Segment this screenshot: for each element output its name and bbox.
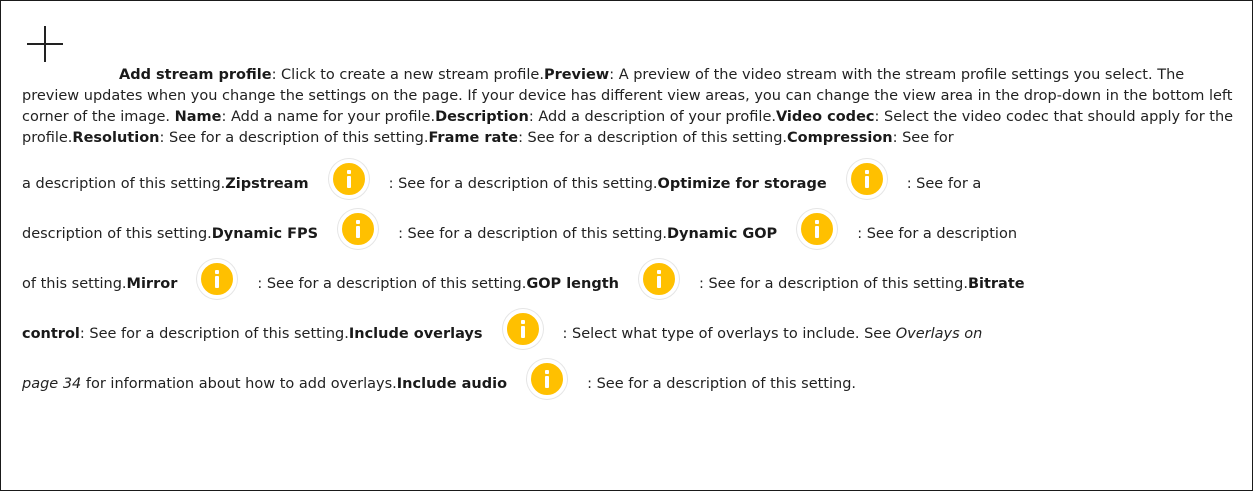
frame-rate-label: Frame rate [428, 130, 519, 146]
video-codec-label: Video codec [775, 109, 875, 125]
text: : See for [892, 130, 954, 146]
preview-label: Preview [543, 67, 610, 83]
text: description of this setting. [22, 226, 212, 242]
text: : See for a description of this setting. [698, 276, 968, 292]
text: for information about how to add overlay… [81, 376, 397, 392]
plus-icon[interactable] [27, 26, 63, 62]
info-icon[interactable] [197, 259, 238, 299]
include-audio-label: Include audio [396, 376, 508, 392]
text: : Add a name for your profile. [221, 109, 436, 125]
text: a description of this setting. [22, 176, 226, 192]
info-icon[interactable] [527, 359, 568, 399]
settings-description: Add stream profile: Click to create a ne… [22, 67, 1237, 409]
mirror-label: Mirror [126, 276, 178, 292]
include-overlays-label: Include overlays [348, 326, 483, 342]
text: : See for a description of this setting. [388, 176, 658, 192]
text: : See for a description of this setting. [398, 226, 668, 242]
overlays-page-link[interactable]: page 34 [22, 376, 81, 392]
compression-label: Compression [787, 130, 893, 146]
resolution-label: Resolution [72, 130, 160, 146]
dynamic-gop-label: Dynamic GOP [667, 226, 778, 242]
add-stream-profile-label: Add stream profile [119, 67, 272, 83]
info-icon[interactable] [328, 159, 369, 199]
info-icon[interactable] [797, 209, 838, 249]
text: : Select what type of overlays to includ… [562, 326, 896, 342]
info-icon[interactable] [638, 259, 679, 299]
text: : See for a description of this setting. [587, 376, 857, 392]
text: : See for a description [857, 226, 1018, 242]
bitrate-control-label: Bitrate [967, 276, 1025, 292]
zipstream-label: Zipstream [225, 176, 309, 192]
text: : Add a description of your profile. [528, 109, 776, 125]
text: of this setting. [22, 276, 127, 292]
description-label: Description [435, 109, 529, 125]
text: : See for a description of this setting. [257, 276, 527, 292]
text: : See for a description of this setting. [79, 326, 349, 342]
text: : See for a [906, 176, 982, 192]
info-icon[interactable] [846, 159, 887, 199]
overlays-link[interactable]: Overlays on [896, 326, 983, 342]
gop-length-label: GOP length [526, 276, 619, 292]
dynamic-fps-label: Dynamic FPS [211, 226, 319, 242]
optimize-for-storage-label: Optimize for storage [657, 176, 827, 192]
text: : See for a description of this setting. [518, 130, 788, 146]
info-icon[interactable] [338, 209, 379, 249]
bitrate-control-label-cont: control [22, 326, 80, 342]
text: : See for a description of this setting. [159, 130, 429, 146]
name-label: Name [174, 109, 222, 125]
info-icon[interactable] [502, 309, 543, 349]
text: : Click to create a new stream profile. [271, 67, 544, 83]
